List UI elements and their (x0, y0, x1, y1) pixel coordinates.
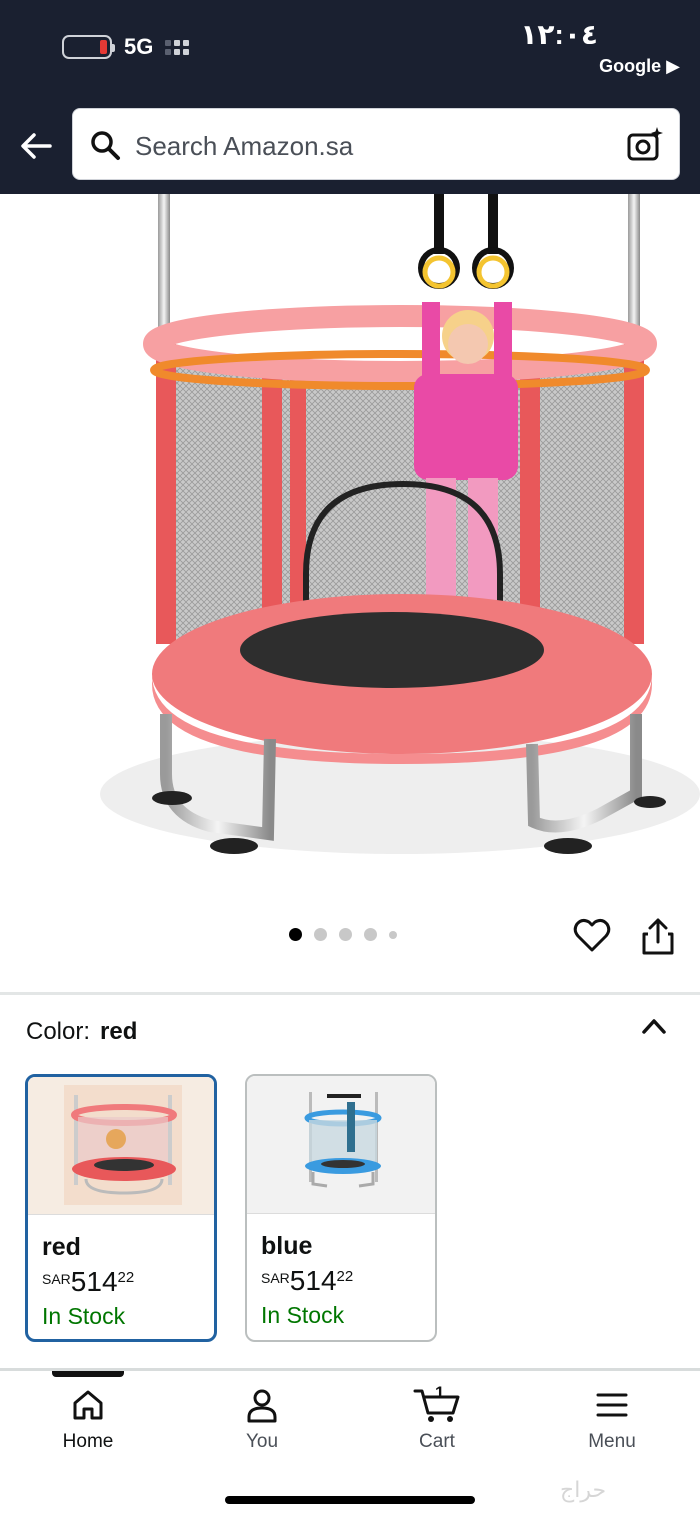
watermark-logo: حراج (560, 1478, 607, 1503)
user-icon (247, 1389, 277, 1423)
page-dot[interactable] (339, 928, 352, 941)
cart-count-badge: 1 (435, 1383, 445, 1402)
blue-thumbnail (247, 1076, 435, 1214)
page-dot[interactable] (389, 930, 397, 939)
page-dot[interactable] (289, 928, 302, 941)
option-price: SAR 514 22 (42, 1267, 134, 1297)
option-price: SAR 514 22 (261, 1266, 353, 1296)
heart-icon[interactable] (572, 916, 612, 956)
color-option-blue[interactable]: blue SAR 514 22 In Stock (245, 1074, 437, 1342)
red-trampoline-image (64, 1085, 182, 1205)
gallery-pagination[interactable] (289, 928, 397, 941)
nav-menu[interactable]: Menu (552, 1387, 672, 1453)
option-name: blue (261, 1232, 313, 1260)
back-to-app-link[interactable]: Google ▶ (599, 56, 680, 77)
option-name: red (42, 1233, 81, 1261)
price-fraction: 22 (117, 1269, 135, 1286)
trampoline-image (100, 194, 700, 854)
price-whole: 514 (70, 1266, 118, 1297)
price-whole: 514 (289, 1265, 337, 1296)
search-icon (91, 131, 120, 160)
stock-status: In Stock (42, 1303, 126, 1329)
battery-icon (62, 35, 115, 59)
menu-icon (596, 1393, 628, 1417)
blue-trampoline-image (304, 1092, 382, 1188)
home-indicator[interactable] (225, 1496, 475, 1504)
color-option-red[interactable]: red SAR 514 22 In Stock (25, 1074, 217, 1342)
search-input[interactable]: Search Amazon.sa (135, 131, 353, 162)
active-tab-indicator (52, 1371, 124, 1377)
color-label: Color: (26, 1018, 91, 1045)
search-bar[interactable]: Search Amazon.sa (72, 108, 680, 180)
price-currency: SAR (42, 1271, 71, 1287)
status-left: 5G (62, 34, 190, 60)
status-time: ١٢:٠٤ (520, 19, 598, 50)
red-thumbnail (28, 1077, 214, 1215)
share-icon[interactable] (640, 916, 676, 956)
nav-label: You (245, 1431, 279, 1452)
section-divider (0, 992, 700, 995)
page-dot[interactable] (314, 928, 327, 941)
nav-label: Menu (588, 1431, 636, 1452)
page-dot[interactable] (364, 928, 377, 941)
product-image[interactable] (0, 194, 700, 914)
selected-color: red (100, 1018, 138, 1045)
nav-label: Home (62, 1431, 114, 1452)
camera-search-icon[interactable] (625, 125, 665, 165)
chevron-up-icon[interactable] (640, 1014, 668, 1038)
stock-status: In Stock (261, 1302, 345, 1328)
price-fraction: 22 (336, 1268, 354, 1285)
nav-label: Cart (419, 1431, 455, 1452)
signal-icon (165, 39, 190, 55)
nav-home[interactable]: Home (28, 1387, 148, 1453)
price-currency: SAR (261, 1270, 290, 1286)
color-selector-label: Color: red (26, 1018, 137, 1046)
nav-you[interactable]: You (202, 1387, 322, 1453)
top-bar: 5G ١٢:٠٤ Google ▶ Search Amazon.sa (0, 0, 700, 194)
back-arrow-icon[interactable] (16, 126, 56, 166)
network-type: 5G (124, 34, 154, 59)
nav-cart[interactable]: 1 Cart (377, 1383, 497, 1453)
home-icon (73, 1390, 103, 1420)
